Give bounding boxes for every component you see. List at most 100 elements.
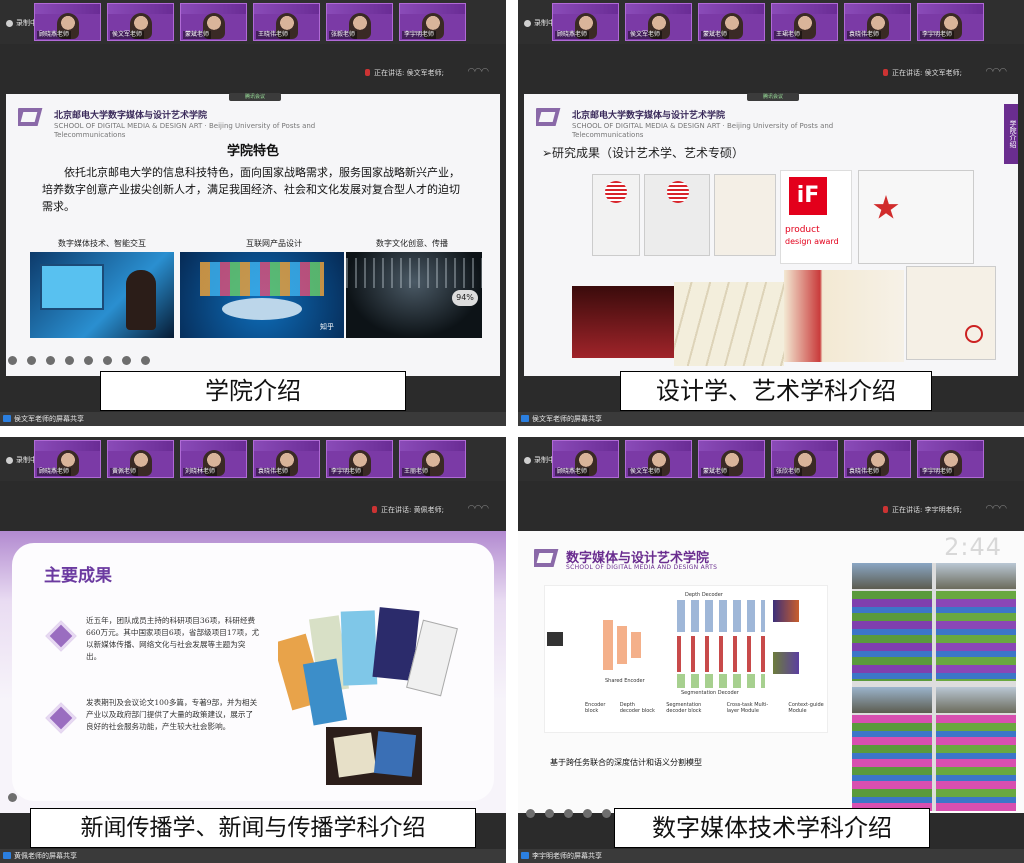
participant-tile[interactable]: 李宇明老师 [399, 3, 466, 41]
participant-tile[interactable]: 蒙斌老师 [698, 440, 765, 478]
participant-tile[interactable]: 顾晓燕老师 [552, 3, 619, 41]
certificates-photo [674, 282, 784, 366]
speaking-text: 正在讲话: 黄佩老师; [381, 506, 444, 514]
subtitle-icon[interactable] [122, 356, 131, 365]
pen-icon[interactable] [65, 356, 74, 365]
pointer-icon[interactable] [545, 809, 554, 818]
legend-item: Encoder block [585, 702, 606, 714]
panel-college-intro: 录制中 顾晓燕老师 侯文军老师 蒙斌老师 王晓伟老师 张毅老师 李宇明老师 正在… [0, 0, 506, 426]
diagram-label: Shared Encoder [605, 678, 645, 684]
patent-certificate [906, 266, 996, 360]
panel-digital-media: 录制中 顾晓燕老师 侯文军老师 蒙斌老师 张欣老师 袁晓伟老师 李宇明老师 正在… [518, 437, 1024, 863]
audio-wave-icon: ◠◠◠ [985, 67, 1007, 77]
speaker-bar: 正在讲话: 侯文军老师; ◠◠◠ [518, 44, 1024, 92]
video-caption: 设计学、艺术学科介绍 [620, 371, 932, 411]
participant-name: 王珺老师 [774, 31, 803, 39]
pen-icon[interactable] [564, 809, 573, 818]
shared-slide: 主要成果 近五年，团队成员主持的科研项目36项，科研经费660万元。其中国家项目… [0, 531, 506, 813]
participant-tile[interactable]: 顾晓燕老师 [34, 440, 101, 478]
mic-icon [372, 506, 378, 513]
screen-share-bar: 李宇明老师的屏幕共享 [518, 849, 1024, 863]
participant-tile[interactable]: 顾晓燕老师 [552, 440, 619, 478]
participant-name: 王晓伟老师 [256, 31, 291, 39]
video-strip: 录制中 顾晓燕老师 侯文军老师 蒙斌老师 张欣老师 袁晓伟老师 李宇明老师 [518, 437, 1024, 481]
participant-tile[interactable]: 袁晓伟老师 [844, 440, 911, 478]
more-icon[interactable] [602, 809, 611, 818]
participant-name: 侯文军老师 [110, 31, 145, 39]
meeting-badge: 腾讯会议 [747, 93, 799, 101]
participant-tile[interactable]: 李宇明老师 [917, 440, 984, 478]
participant-tile[interactable]: 黄佩老师 [107, 440, 174, 478]
participant-tile[interactable]: 王晓伟老师 [253, 3, 320, 41]
video-strip: 录制中 顾晓燕老师 侯文军老师 蒙斌老师 王珺老师 袁晓伟老师 李宇明老师 [518, 0, 1024, 44]
participant-tile[interactable]: 蒙斌老师 [698, 3, 765, 41]
diagram-caption: 基于跨任务联合的深度估计和语义分割模型 [550, 758, 702, 767]
participant-name: 蒙斌老师 [183, 31, 212, 39]
internet-products-photo: 知乎 [180, 252, 344, 338]
participant-tile[interactable]: 侯文军老师 [625, 3, 692, 41]
participant-name: 蒙斌老师 [701, 468, 730, 476]
more-icon[interactable] [141, 356, 150, 365]
participant-tile[interactable]: 蒙斌老师 [180, 3, 247, 41]
zoom-icon[interactable] [84, 356, 93, 365]
menu-icon[interactable] [8, 793, 17, 802]
legend-item: Depth decoder block [619, 702, 655, 714]
mic-icon [883, 69, 889, 76]
side-tab[interactable]: 学院介绍 [1004, 104, 1018, 164]
panel-design-art: 录制中 顾晓燕老师 侯文军老师 蒙斌老师 王珺老师 袁晓伟老师 李宇明老师 正在… [518, 0, 1024, 426]
participant-tile[interactable]: 王珺老师 [771, 3, 838, 41]
screen-share-icon [521, 415, 529, 422]
school-logo-icon [534, 549, 559, 567]
if-award-line1: product [785, 225, 820, 235]
speaking-text: 正在讲话: 侯文军老师; [374, 69, 444, 77]
participant-name: 刘晓林老师 [183, 468, 218, 476]
school-logo-icon [18, 108, 43, 126]
watermark: 知乎 [320, 323, 334, 331]
video-caption: 数字媒体技术学科介绍 [614, 808, 930, 848]
speaking-text: 正在讲话: 侯文军老师; [892, 69, 962, 77]
share-label: 侯文军老师的屏幕共享 [532, 415, 602, 423]
camera-icon[interactable] [103, 356, 112, 365]
speaking-indicator: 正在讲话: 李宇明老师; [883, 505, 962, 515]
speaker-bar: 正在讲话: 李宇明老师; ◠◠◠ [518, 481, 1024, 529]
share-label: 李宇明老师的屏幕共享 [532, 852, 602, 860]
participant-tile[interactable]: 侯文军老师 [625, 440, 692, 478]
participant-name: 张欣老师 [774, 468, 803, 476]
participant-tile[interactable]: 顾晓燕老师 [34, 3, 101, 41]
publication-text: 发表期刊及会议论文100多篇，专著9部，并为相关产业以及政府部门提供了大量的政策… [86, 698, 258, 731]
school-name-en: SCHOOL OF DIGITAL MEDIA & DESIGN ART · B… [572, 122, 834, 139]
audio-wave-icon: ◠◠◠ [467, 67, 489, 77]
school-name-en: SCHOOL OF DIGITAL MEDIA & DESIGN ART · B… [54, 122, 316, 139]
video-strip: 录制中 顾晓燕老师 侯文军老师 蒙斌老师 王晓伟老师 张毅老师 李宇明老师 [0, 0, 506, 44]
segmentation-results [852, 563, 1016, 811]
participant-tile[interactable]: 李宇明老师 [917, 3, 984, 41]
participant-tile[interactable]: 刘晓林老师 [180, 440, 247, 478]
speaking-text: 正在讲话: 李宇明老师; [892, 506, 962, 514]
prev-icon[interactable] [526, 809, 535, 818]
menu-icon[interactable] [8, 356, 17, 365]
network-diagram: Shared Encoder Depth Decoder Segmentatio… [544, 585, 828, 733]
share-label: 侯文军老师的屏幕共享 [14, 415, 84, 423]
prev-icon[interactable] [27, 356, 36, 365]
participant-name: 侯文军老师 [628, 31, 663, 39]
participant-tile[interactable]: 侯文军老师 [107, 3, 174, 41]
books-collage [278, 607, 464, 727]
participant-tile[interactable]: 张毅老师 [326, 3, 393, 41]
trophy-photo [572, 286, 676, 358]
participant-name: 袁晓伟老师 [847, 31, 882, 39]
excellence-certificate [714, 174, 776, 256]
participant-tile[interactable]: 袁晓伟老师 [844, 3, 911, 41]
participant-tile[interactable]: 李宇明老师 [326, 440, 393, 478]
participant-tile[interactable]: 王丽老师 [399, 440, 466, 478]
participant-tile[interactable]: 袁晓伟老师 [253, 440, 320, 478]
participant-tile[interactable]: 张欣老师 [771, 440, 838, 478]
recording-indicator: 录制中 [6, 16, 37, 30]
grid-icon[interactable] [583, 809, 592, 818]
video-caption: 新闻传播学、新闻与传播学科介绍 [30, 808, 476, 848]
record-icon [524, 19, 531, 27]
recording-indicator: 录制中 [6, 453, 37, 467]
slide-heading: ➢研究成果（设计艺术学、艺术专硕） [542, 146, 745, 160]
image-label: 数字文化创意、传播 [376, 239, 448, 248]
next-icon[interactable] [46, 356, 55, 365]
honor-certificates [784, 270, 904, 362]
